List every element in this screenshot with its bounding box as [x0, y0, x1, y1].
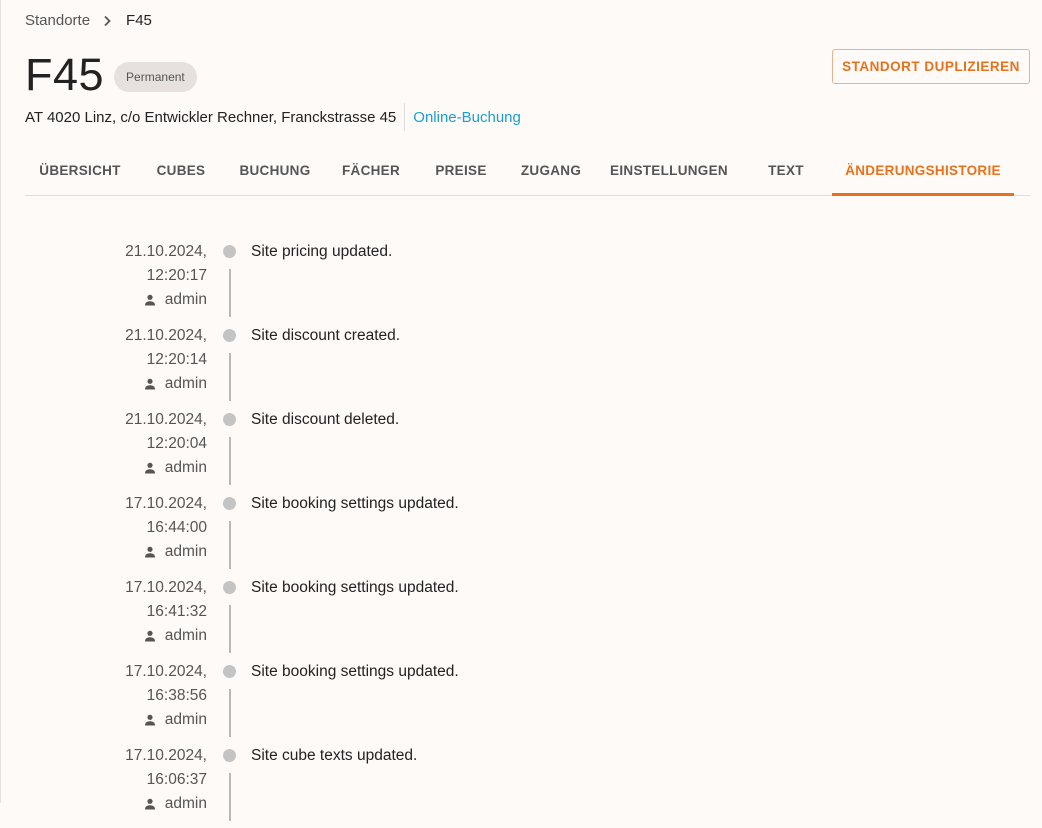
online-booking-link[interactable]: Online-Buchung — [413, 109, 521, 126]
entry-username: admin — [164, 543, 207, 560]
entry-time: 16:41:32 — [146, 603, 207, 620]
entry-user: admin — [125, 708, 207, 732]
breadcrumb-standorte-link[interactable]: Standorte — [25, 12, 90, 29]
breadcrumb: Standorte F45 — [25, 12, 152, 29]
site-address: AT 4020 Linz, c/o Entwickler Rechner, Fr… — [25, 108, 397, 126]
timeline-dot — [223, 497, 236, 510]
timeline-connector — [229, 689, 231, 737]
person-icon — [143, 629, 157, 643]
entry-user: admin — [125, 456, 207, 480]
entry-time: 16:44:00 — [146, 519, 207, 536]
tab-uebersicht[interactable]: ÜBERSICHT — [25, 148, 135, 193]
timeline-dot — [223, 245, 236, 258]
entry-time: 12:20:04 — [146, 435, 207, 452]
entry-message: Site cube texts updated. — [251, 747, 418, 764]
entry-username: admin — [164, 795, 207, 812]
entry-user: admin — [125, 792, 207, 816]
history-entry: 17.10.2024, 16:44:00 admin Site booking … — [1, 492, 1042, 576]
entry-date: 21.10.2024, — [125, 327, 207, 344]
history-entry: 21.10.2024, 12:20:04 admin Site discount… — [1, 408, 1042, 492]
divider — [404, 103, 406, 131]
entry-timestamp: 17.10.2024, 16:44:00 admin — [125, 492, 207, 564]
tab-text[interactable]: TEXT — [749, 148, 823, 193]
person-icon — [143, 545, 157, 559]
page-title: F45 — [25, 49, 105, 100]
entry-time: 12:20:14 — [146, 351, 207, 368]
timeline-connector — [229, 521, 231, 569]
tab-aenderungshistorie[interactable]: ÄNDERUNGSHISTORIE — [832, 148, 1014, 196]
breadcrumb-current: F45 — [126, 12, 152, 29]
entry-username: admin — [164, 291, 207, 308]
entry-user: admin — [125, 540, 207, 564]
entry-message: Site discount deleted. — [251, 411, 400, 428]
entry-timestamp: 21.10.2024, 12:20:04 admin — [125, 408, 207, 480]
entry-username: admin — [164, 711, 207, 728]
tab-buchung[interactable]: BUCHUNG — [230, 148, 320, 193]
entry-message: Site discount created. — [251, 327, 401, 344]
timeline-dot — [223, 329, 236, 342]
entry-time: 12:20:17 — [146, 267, 207, 284]
entry-timestamp: 21.10.2024, 12:20:14 admin — [125, 324, 207, 396]
entry-message: Site booking settings updated. — [251, 663, 459, 680]
history-entry: 17.10.2024, 16:06:37 admin Site cube tex… — [1, 744, 1042, 828]
history-entry: 17.10.2024, 16:41:32 admin Site booking … — [1, 576, 1042, 660]
timeline-dot — [223, 413, 236, 426]
entry-username: admin — [164, 375, 207, 392]
entry-date: 17.10.2024, — [125, 495, 207, 512]
timeline-dot — [223, 665, 236, 678]
history-entry: 21.10.2024, 12:20:14 admin Site discount… — [1, 324, 1042, 408]
entry-date: 17.10.2024, — [125, 747, 207, 764]
entry-message: Site booking settings updated. — [251, 579, 459, 596]
entry-timestamp: 17.10.2024, 16:06:37 admin — [125, 744, 207, 816]
status-badge: Permanent — [114, 62, 197, 92]
entry-username: admin — [164, 627, 207, 644]
title-row: F45 Permanent — [25, 48, 197, 102]
address-row: AT 4020 Linz, c/o Entwickler Rechner, Fr… — [25, 103, 521, 131]
person-icon — [143, 713, 157, 727]
entry-date: 21.10.2024, — [125, 411, 207, 428]
timeline-connector — [229, 437, 231, 485]
timeline-connector — [229, 773, 231, 821]
entry-date: 17.10.2024, — [125, 579, 207, 596]
person-icon — [143, 293, 157, 307]
entry-user: admin — [125, 288, 207, 312]
entry-date: 21.10.2024, — [125, 243, 207, 260]
tab-zugang[interactable]: ZUGANG — [509, 148, 593, 193]
entry-time: 16:06:37 — [146, 771, 207, 788]
timeline-connector — [229, 269, 231, 317]
tab-cubes[interactable]: CUBES — [145, 148, 217, 193]
entry-timestamp: 21.10.2024, 12:20:17 admin — [125, 240, 207, 312]
person-icon — [143, 461, 157, 475]
tab-bar: ÜBERSICHT CUBES BUCHUNG FÄCHER PREISE ZU… — [25, 148, 1030, 196]
entry-username: admin — [164, 459, 207, 476]
person-icon — [143, 797, 157, 811]
tab-preise[interactable]: PREISE — [425, 148, 497, 193]
entry-message: Site pricing updated. — [251, 243, 393, 260]
timeline-dot — [223, 749, 236, 762]
timeline-connector — [229, 605, 231, 653]
entry-message: Site booking settings updated. — [251, 495, 459, 512]
duplicate-site-button[interactable]: STANDORT DUPLIZIEREN — [832, 49, 1030, 84]
history-entry: 21.10.2024, 12:20:17 admin Site pricing … — [1, 240, 1042, 324]
chevron-right-icon — [102, 15, 112, 27]
entry-time: 16:38:56 — [146, 687, 207, 704]
entry-timestamp: 17.10.2024, 16:38:56 admin — [125, 660, 207, 732]
timeline-connector — [229, 353, 231, 401]
timeline-dot — [223, 581, 236, 594]
entry-date: 17.10.2024, — [125, 663, 207, 680]
tab-einstellungen[interactable]: EINSTELLUNGEN — [605, 148, 733, 193]
tab-faecher[interactable]: FÄCHER — [329, 148, 413, 193]
entry-user: admin — [125, 624, 207, 648]
entry-timestamp: 17.10.2024, 16:41:32 admin — [125, 576, 207, 648]
person-icon — [143, 377, 157, 391]
history-entry: 17.10.2024, 16:38:56 admin Site booking … — [1, 660, 1042, 744]
entry-user: admin — [125, 372, 207, 396]
